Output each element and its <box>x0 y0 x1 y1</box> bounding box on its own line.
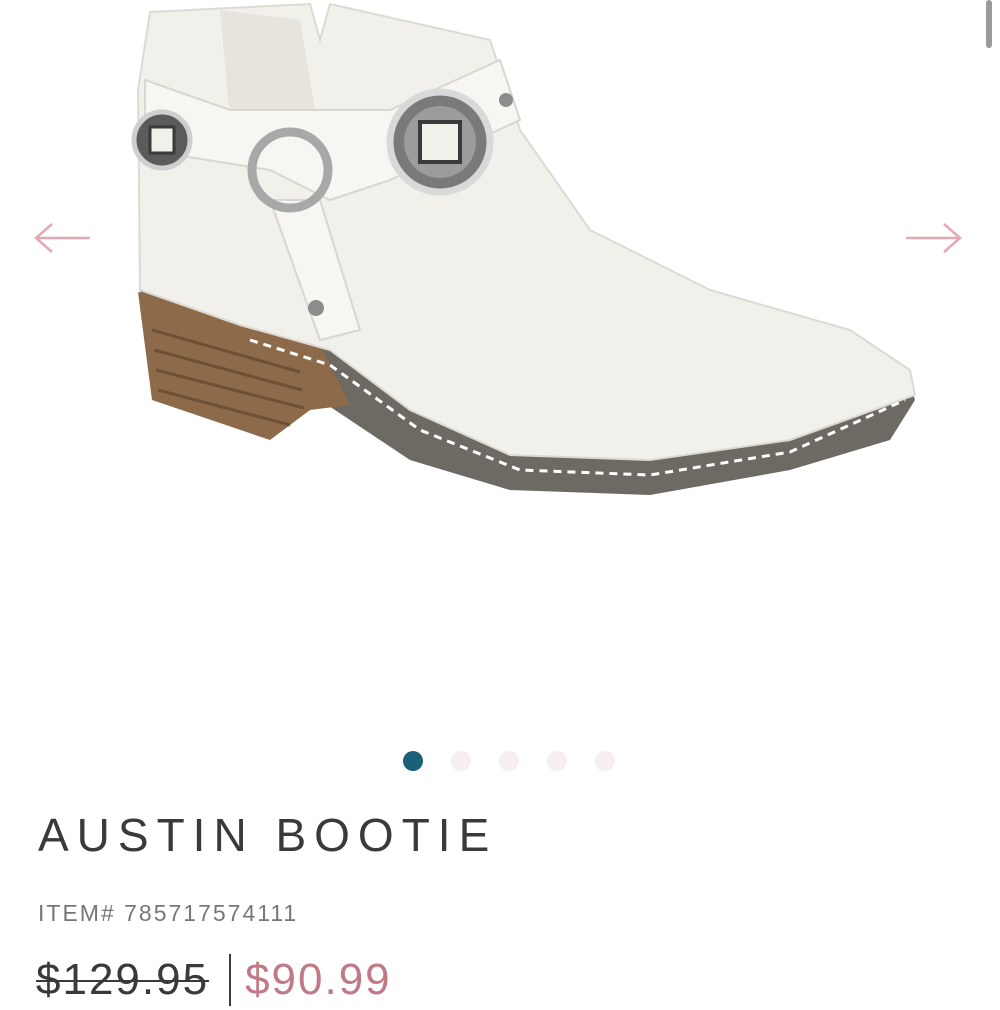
carousel-dot[interactable] <box>451 751 471 771</box>
carousel-dot[interactable] <box>547 751 567 771</box>
carousel-dot[interactable] <box>595 751 615 771</box>
carousel-dot[interactable] <box>499 751 519 771</box>
item-number: ITEM# 785717574111 <box>38 900 299 926</box>
next-image-button[interactable] <box>904 210 964 266</box>
arrow-right-icon <box>906 223 962 253</box>
carousel-dot[interactable] <box>403 751 423 771</box>
sale-price: $90.99 <box>245 955 392 1004</box>
product-title: AUSTIN BOOTIE <box>38 809 498 861</box>
previous-image-button[interactable] <box>32 210 92 266</box>
price-divider <box>229 954 232 1006</box>
carousel-indicators <box>0 751 1000 771</box>
arrow-left-icon <box>34 223 90 253</box>
product-gallery <box>0 0 1000 740</box>
price-row: $129.95 $90.99 <box>36 950 392 1010</box>
original-price: $129.95 <box>36 955 210 1004</box>
product-image <box>131 2 917 495</box>
